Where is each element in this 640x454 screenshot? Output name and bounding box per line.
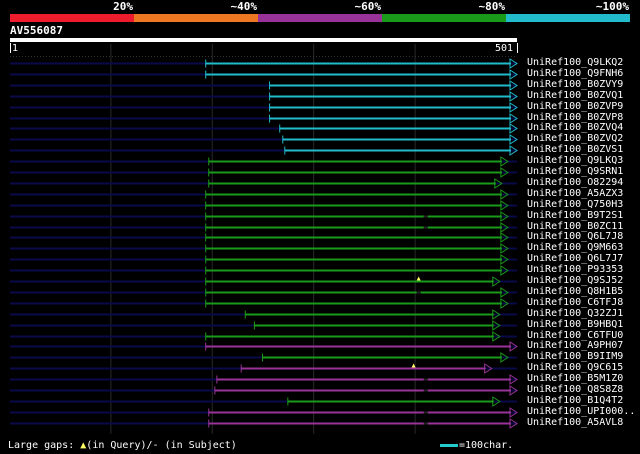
hit-label[interactable]: UniRef100_Q9LKQ3 [527,156,623,166]
scale-key: =100char. [440,440,513,451]
hit-label[interactable]: UniRef100_P93353 [527,265,623,275]
hit-label[interactable]: UniRef100_C6TFJ8 [527,298,623,308]
scale-label: =100char. [459,440,514,451]
hit-label[interactable]: UniRef100_B0ZVP9 [527,102,623,112]
hit-label[interactable]: UniRef100_B1Q4T2 [527,396,623,406]
hit-label[interactable]: UniRef100_Q6L7J7 [527,254,623,264]
hit-label[interactable]: UniRef100_B0ZVQ4 [527,123,623,133]
hit-label[interactable]: UniRef100_A5AZX3 [527,189,623,199]
subject-gap-label: - (in Subject) [152,440,237,451]
hit-label[interactable]: UniRef100_UPI000.. [527,407,635,417]
hit-label[interactable]: UniRef100_Q9M663 [527,243,623,253]
scale-line-icon [440,443,458,447]
hit-label[interactable]: UniRef100_Q9FNH6 [527,69,623,79]
large-gaps-label: Large gaps: [8,440,75,451]
hit-label[interactable]: UniRef100_Q9C615 [527,363,623,373]
hit-label[interactable]: UniRef100_Q8H1B5 [527,287,623,297]
hit-label[interactable]: UniRef100_B0ZVY9 [527,80,623,90]
hit-label[interactable]: UniRef100_B9IIM9 [527,352,623,362]
hit-label[interactable]: UniRef100_Q32ZJ1 [527,309,623,319]
hit-label[interactable]: UniRef100_A5AVL8 [527,418,623,428]
hit-label[interactable]: UniRef100_B0ZVQ2 [527,134,623,144]
hit-label[interactable]: UniRef100_B5M1Z0 [527,374,623,384]
hit-label[interactable]: UniRef100_Q9SJ52 [527,276,623,286]
query-gap-label: (in Query)/ [86,440,153,451]
query-gap-marker [416,276,421,281]
hit-label[interactable]: UniRef100_Q9SRN1 [527,167,623,177]
hit-label[interactable]: UniRef100_Q6L7J8 [527,232,623,242]
hit-label[interactable]: UniRef100_Q9LKQ2 [527,58,623,68]
hit-label[interactable]: UniRef100_B9HBQ1 [527,320,623,330]
hit-label[interactable]: UniRef100_A9PH07 [527,341,623,351]
hit-label[interactable]: UniRef100_O82294 [527,178,623,188]
hit-label[interactable]: UniRef100_B9T2S1 [527,211,623,221]
hit-label[interactable]: UniRef100_B0ZVS1 [527,145,623,155]
hit-label[interactable]: UniRef100_Q750H3 [527,200,623,210]
hit-label[interactable]: UniRef100_B0ZVQ1 [527,91,623,101]
hit-label[interactable]: UniRef100_Q8S8Z8 [527,385,623,395]
gap-legend: Large gaps: ▲(in Query)/- (in Subject) [8,440,237,451]
